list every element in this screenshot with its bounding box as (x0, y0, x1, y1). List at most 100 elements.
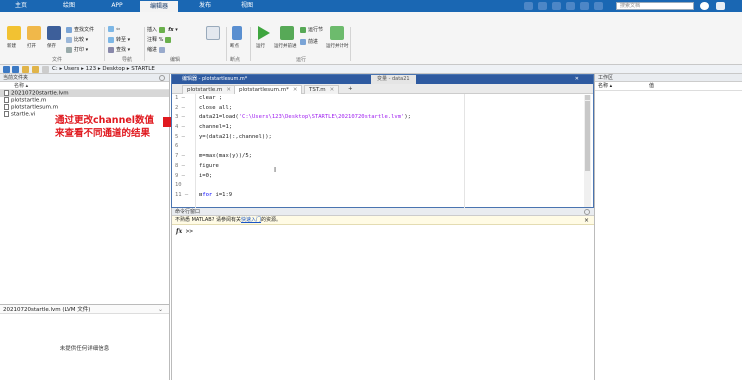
address-path[interactable]: C: ▸ Users ▸ 123 ▸ Desktop ▸ STARTLE (52, 65, 155, 74)
code-line[interactable]: 5 — y=(data21(:,channel)); (172, 133, 577, 143)
column-header-value[interactable]: 值 (649, 82, 654, 91)
file-item[interactable]: plotstartlesum.m (0, 104, 169, 111)
getting-started-link[interactable]: 快速入门 (241, 217, 261, 223)
tab-publish[interactable]: 发布 (190, 0, 220, 12)
tab-home[interactable]: 主页 (6, 0, 36, 12)
editor-scroll-thumb[interactable] (585, 101, 590, 171)
goto-button[interactable]: 转至 ▾ (108, 36, 130, 43)
toolbar-undo-icon[interactable] (580, 2, 589, 10)
comment-button[interactable]: 注释 % (147, 36, 173, 43)
code-line[interactable]: 1 — clear ; (172, 94, 577, 104)
user-icon[interactable] (716, 2, 725, 10)
back-icon[interactable] (3, 66, 10, 73)
goto-icon (108, 36, 114, 43)
tab-variable-editor[interactable]: 变量 - data21 (371, 75, 416, 84)
advance-button[interactable]: 前进 (300, 38, 318, 45)
insert-button[interactable]: 插入 fx ▾ (147, 26, 178, 33)
toolbar-help-icon[interactable] (594, 2, 603, 10)
editor-window: 编辑器 - plotstartlesum.m* ✕ 变量 - data21 pl… (171, 74, 594, 208)
close-tab-icon[interactable]: ✕ (330, 87, 335, 93)
up-folder-icon[interactable] (22, 66, 29, 73)
toolbar-save-icon[interactable] (524, 2, 533, 10)
tab-plotstartlesum[interactable]: plotstartlesum.m* ✕ (234, 85, 303, 94)
m-file-icon (4, 104, 9, 110)
breakpoint-icon[interactable] (232, 26, 242, 40)
search-input[interactable]: 搜索文档 (616, 2, 694, 10)
back-forward-button[interactable]: ⇦ (108, 26, 120, 33)
chevron-down-icon[interactable]: ⌄ (158, 305, 163, 315)
close-banner-icon[interactable]: × (584, 216, 589, 225)
tab-editor[interactable]: 编辑器 (140, 1, 178, 12)
code-line[interactable]: 10 (172, 181, 577, 191)
code-line[interactable]: 2 — close all; (172, 104, 577, 114)
code-line[interactable]: 8 — figure (172, 162, 577, 172)
close-editor-icon[interactable]: ✕ (575, 75, 579, 84)
column-header-name[interactable]: 名称 ▴ (598, 82, 612, 91)
run-button[interactable]: 运行 (256, 43, 265, 49)
command-prompt[interactable]: fx >> (172, 225, 594, 235)
tab-tst[interactable]: TST.m ✕ (304, 85, 340, 94)
code-area[interactable]: 1 — clear ; 2 — close all; 3 — data21=load(… (172, 94, 577, 208)
code-line[interactable]: 7 — m=max(max(y))/5; (172, 152, 577, 162)
breakpoint-panel-icon[interactable] (206, 26, 220, 40)
tab-view[interactable]: 视图 (232, 0, 262, 12)
ribbon-separator (104, 27, 105, 61)
find-button[interactable]: 查找 ▾ (108, 46, 130, 53)
section-file-label: 文件 (52, 57, 63, 63)
save-button[interactable]: 保存 (47, 43, 56, 49)
browse-folder-icon[interactable] (32, 66, 39, 73)
breakpoints-button[interactable]: 断点 (230, 43, 239, 49)
run-section-button[interactable]: 运行节 (300, 26, 323, 33)
panel-options-icon[interactable] (159, 75, 165, 81)
current-folder-header: 当前文件夹 (0, 74, 169, 82)
column-header-name[interactable]: 名称 ▴ (0, 82, 169, 90)
tab-apps[interactable]: APP (102, 0, 132, 12)
run-advance-button[interactable]: 运行并前进 (274, 43, 297, 49)
run-advance-icon[interactable] (280, 26, 294, 40)
run-time-icon[interactable] (330, 26, 344, 40)
open-button[interactable]: 打开 (27, 43, 36, 49)
open-folder-icon[interactable] (27, 26, 41, 40)
vi-file-icon (4, 111, 9, 117)
section-edit-label: 编辑 (170, 57, 181, 63)
toolbar-cut-icon[interactable] (538, 2, 547, 10)
new-file-icon[interactable] (7, 26, 21, 40)
run-icon[interactable] (258, 26, 270, 40)
add-tab-button[interactable]: + (344, 85, 357, 94)
ribbon-separator (226, 27, 227, 61)
compare-button[interactable]: 比较 ▾ (66, 36, 88, 43)
close-tab-icon[interactable]: ✕ (293, 87, 298, 93)
panel-options-icon[interactable] (584, 209, 590, 215)
search-icon[interactable] (700, 2, 709, 10)
code-line[interactable]: 3 — data21=load('C:\Users\123\Desktop\STA… (172, 113, 577, 123)
indent-button[interactable]: 缩进 (147, 46, 167, 53)
function-browser-icon[interactable]: fx (176, 228, 182, 235)
tab-plotstartle[interactable]: plotstartle.m ✕ (182, 85, 236, 94)
details-header[interactable]: 20210720startle.lvm (LVM 文件) ⌄ (0, 304, 169, 314)
close-tab-icon[interactable]: ✕ (226, 87, 231, 93)
code-line[interactable]: 6 (172, 142, 577, 152)
tab-plots[interactable]: 绘图 (54, 0, 84, 12)
section-breakpoints-label: 断点 (230, 57, 241, 63)
code-analyzer-indicator[interactable] (585, 95, 590, 100)
code-line[interactable]: 9 — i=0; (172, 172, 577, 182)
compare-icon (66, 36, 72, 43)
toolbar-copy-icon[interactable] (552, 2, 561, 10)
code-line[interactable]: 4 — channel=1; (172, 123, 577, 133)
toolbar-paste-icon[interactable] (566, 2, 575, 10)
workspace-header: 工作区 (595, 74, 742, 82)
file-item[interactable]: plotstartle.m (0, 97, 169, 104)
ribbon: 新建 打开 保存 查找文件 比较 ▾ 打印 ▾ 文件 ⇦ 转至 ▾ 查找 ▾ 导… (0, 12, 742, 65)
print-button[interactable]: 打印 ▾ (66, 46, 88, 53)
editor-tabs: plotstartle.m ✕ plotstartlesum.m* ✕ TST.m ✕… (172, 84, 593, 94)
file-item[interactable]: 20210720startle.lvm (0, 90, 169, 97)
find-files-button[interactable]: 查找文件 (66, 26, 94, 33)
code-line[interactable]: 11 — ⊟for i=1:9 (172, 191, 577, 201)
section-run-label: 运行 (296, 57, 307, 63)
run-time-button[interactable]: 运行并计时 (326, 43, 349, 49)
insert-icon (158, 26, 165, 33)
save-icon[interactable] (47, 26, 61, 40)
forward-icon[interactable] (12, 66, 19, 73)
new-button[interactable]: 新建 (7, 43, 16, 49)
folder-icon (42, 66, 49, 73)
